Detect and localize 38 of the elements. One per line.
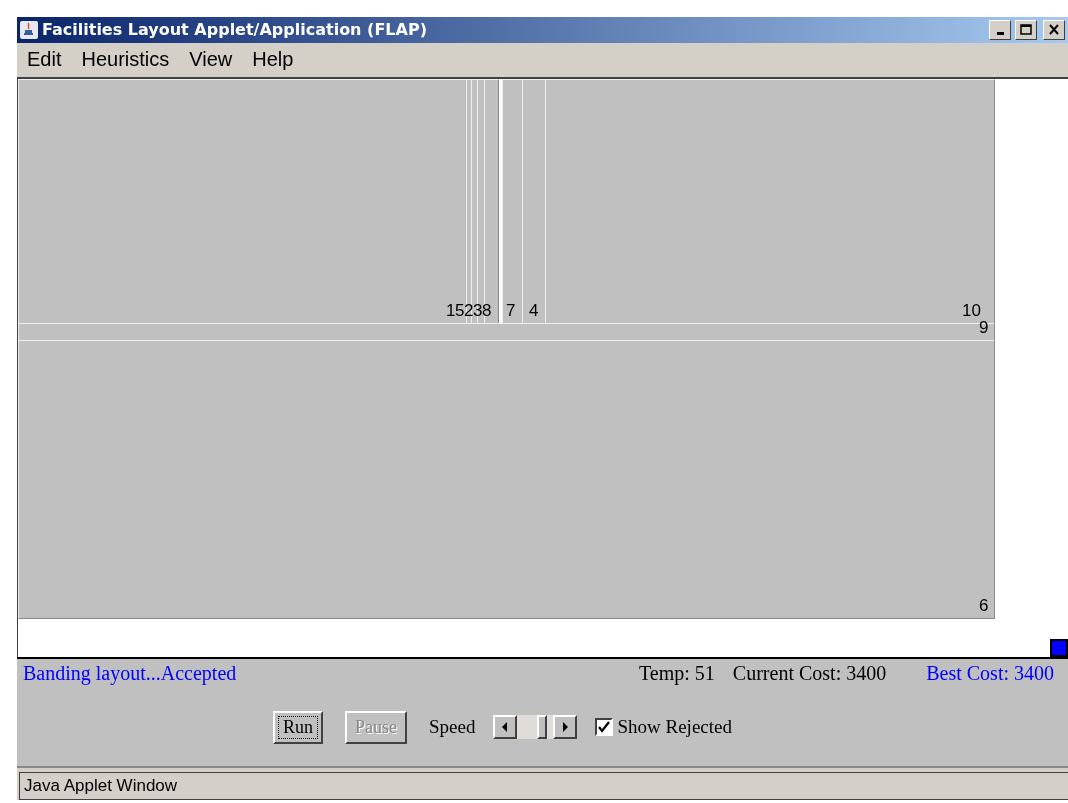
maximize-button[interactable] <box>1015 19 1037 40</box>
best-cost-readout: Best Cost: 3400 <box>926 661 1054 685</box>
department-label: 5 <box>455 301 465 319</box>
department-label: 4 <box>529 301 539 319</box>
menu-item[interactable]: Help <box>252 48 294 72</box>
menu-item[interactable]: Edit <box>27 48 62 72</box>
department-label: 2 <box>464 301 474 319</box>
show-rejected-label: Show Rejected <box>617 716 732 739</box>
speed-slider-thumb[interactable] <box>536 715 547 740</box>
department-label: 1 <box>446 301 456 319</box>
status-indicator <box>1050 638 1068 657</box>
maximize-icon <box>1020 24 1032 36</box>
department-label: 10 <box>962 301 981 319</box>
department-label: 7 <box>506 301 516 319</box>
run-button[interactable]: Run <box>273 710 324 744</box>
minimize-icon <box>996 32 1004 36</box>
speed-label: Speed <box>429 716 476 739</box>
department-label: 9 <box>979 318 989 336</box>
temperature-readout: Temp: 51 <box>639 661 715 685</box>
window-title: Facilities Layout Applet/Application (FLAP) <box>42 20 428 40</box>
left-arrow-icon <box>502 722 509 733</box>
status-message: Banding layout...Accepted <box>23 661 237 685</box>
show-rejected-checkbox[interactable] <box>595 718 614 737</box>
scroll-left-button[interactable] <box>493 715 518 740</box>
applet-status-bar: Java Applet Window <box>19 772 1068 801</box>
menu-item[interactable]: View <box>189 48 233 72</box>
scroll-right-button[interactable] <box>553 715 578 740</box>
current-cost-readout: Current Cost: 3400 <box>732 661 887 685</box>
checkmark-icon <box>598 721 611 734</box>
java-cup-icon <box>20 20 38 39</box>
minimize-button[interactable] <box>989 19 1011 40</box>
department-label: 6 <box>979 596 989 614</box>
menu-item[interactable]: Heuristics <box>81 48 170 72</box>
department-label: 8 <box>482 301 492 319</box>
close-icon <box>1048 24 1060 36</box>
close-button[interactable] <box>1043 19 1065 40</box>
right-arrow-icon <box>562 722 569 733</box>
department-label: 3 <box>473 301 483 319</box>
